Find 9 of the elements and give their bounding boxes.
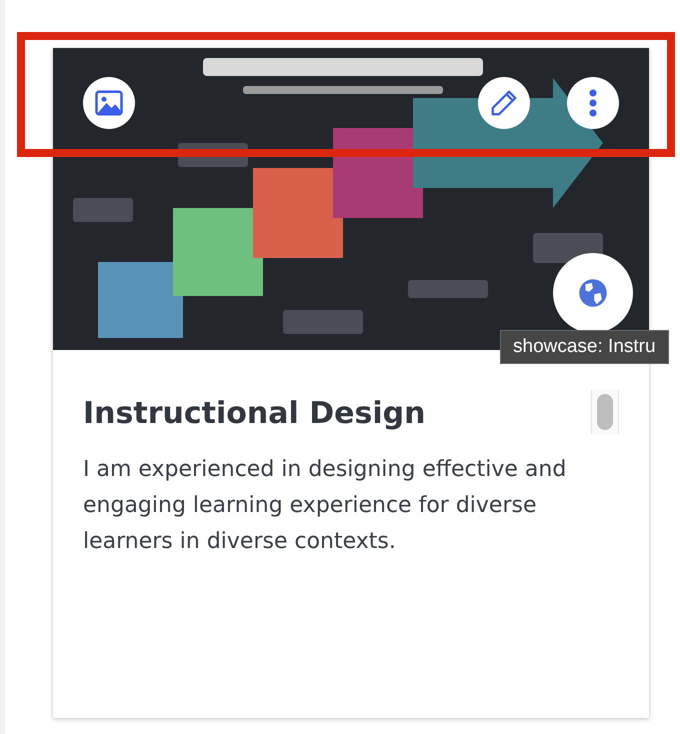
- more-icon: [589, 89, 597, 117]
- tooltip: showcase: Instru: [500, 330, 669, 364]
- card-description: I am experienced in designing effective and engaging learning experience for diverse learners in diverse contexts.: [83, 456, 568, 556]
- pencil-icon: [489, 88, 519, 118]
- card-title: Instructional Design: [83, 395, 426, 433]
- scrollbar[interactable]: [591, 390, 619, 434]
- scroll-thumb[interactable]: [597, 394, 613, 430]
- globe-icon: [578, 278, 608, 308]
- image-icon: [94, 88, 124, 118]
